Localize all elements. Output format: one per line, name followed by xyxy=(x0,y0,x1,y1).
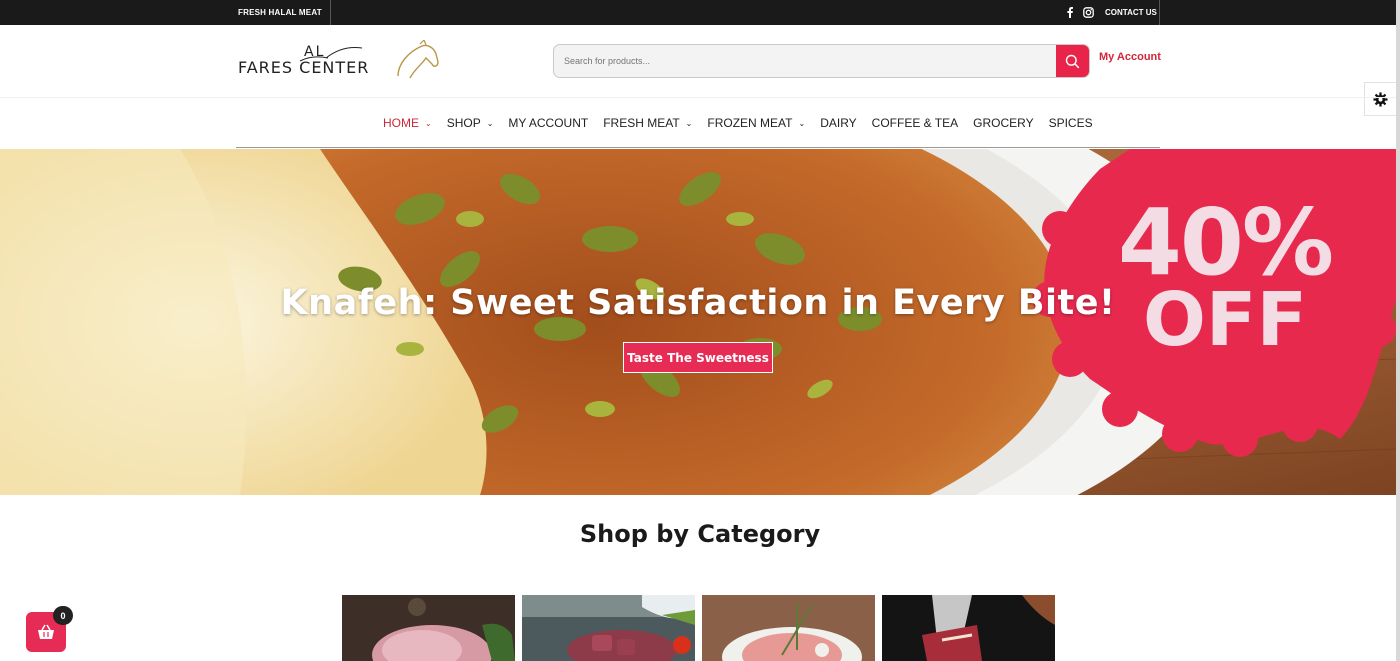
chevron-down-icon: ⌄ xyxy=(486,118,494,128)
category-image xyxy=(702,595,875,661)
basket-icon xyxy=(38,624,54,639)
chevron-down-icon: ⌄ xyxy=(685,118,693,128)
site-logo[interactable]: AL FARES CENTER xyxy=(238,38,442,80)
category-card-ground-meat[interactable] xyxy=(702,595,875,661)
category-grid xyxy=(342,595,1055,661)
category-image xyxy=(522,595,695,661)
nav-item-my-account[interactable]: MY ACCOUNT xyxy=(508,116,588,130)
instagram-icon[interactable] xyxy=(1079,7,1097,18)
facebook-icon[interactable] xyxy=(1061,7,1079,18)
topbar-right: CONTACT US xyxy=(1058,0,1160,25)
nav-item-spices[interactable]: SPICES xyxy=(1049,116,1093,130)
nav-item-grocery[interactable]: GROCERY xyxy=(973,116,1033,130)
nav-item-coffee-tea[interactable]: COFFEE & TEA xyxy=(872,116,958,130)
search-button[interactable] xyxy=(1056,45,1089,77)
contact-us-link[interactable]: CONTACT US xyxy=(1105,8,1157,17)
top-bar: FRESH HALAL MEAT CONTACT US xyxy=(0,0,1396,25)
category-card-lamb-chops[interactable] xyxy=(882,595,1055,661)
my-account-link[interactable]: My Account xyxy=(1099,51,1161,63)
gear-icon xyxy=(1373,91,1388,107)
settings-toggle[interactable] xyxy=(1364,82,1396,116)
category-image xyxy=(882,595,1055,661)
search-bar xyxy=(553,44,1090,78)
category-card-lamb[interactable] xyxy=(342,595,515,661)
main-nav: HOME ⌄ SHOP ⌄ MY ACCOUNT FRESH MEAT ⌄ FROZE… xyxy=(383,111,1108,135)
topbar-left: FRESH HALAL MEAT xyxy=(238,0,331,25)
search-icon xyxy=(1065,54,1080,68)
search-input[interactable] xyxy=(554,45,1044,77)
category-image xyxy=(342,595,515,661)
nav-item-shop[interactable]: SHOP ⌄ xyxy=(447,116,494,130)
cart-count-badge: 0 xyxy=(53,606,73,625)
header-divider xyxy=(0,97,1396,98)
hero-banner: 40% OFF Knafeh: Sweet Satisfaction in Ev… xyxy=(0,149,1396,495)
hero-cta-button[interactable]: Taste The Sweetness xyxy=(623,342,773,373)
hero-title: Knafeh: Sweet Satisfaction in Every Bite… xyxy=(280,283,1116,323)
nav-item-fresh-meat[interactable]: FRESH MEAT ⌄ xyxy=(603,116,692,130)
nav-underline xyxy=(236,147,1160,148)
chevron-down-icon: ⌄ xyxy=(798,118,806,128)
category-heading: Shop by Category xyxy=(579,520,821,548)
logo-line2: FARES CENTER xyxy=(238,58,369,77)
category-card-beef-cubes[interactable] xyxy=(522,595,695,661)
chevron-down-icon: ⌄ xyxy=(425,118,432,128)
page-scrollbar[interactable] xyxy=(1396,0,1400,661)
topbar-tagline: FRESH HALAL MEAT xyxy=(238,8,322,17)
nav-item-dairy[interactable]: DAIRY xyxy=(820,116,856,130)
nav-item-home[interactable]: HOME ⌄ xyxy=(383,116,432,130)
nav-item-frozen-meat[interactable]: FROZEN MEAT ⌄ xyxy=(707,116,805,130)
